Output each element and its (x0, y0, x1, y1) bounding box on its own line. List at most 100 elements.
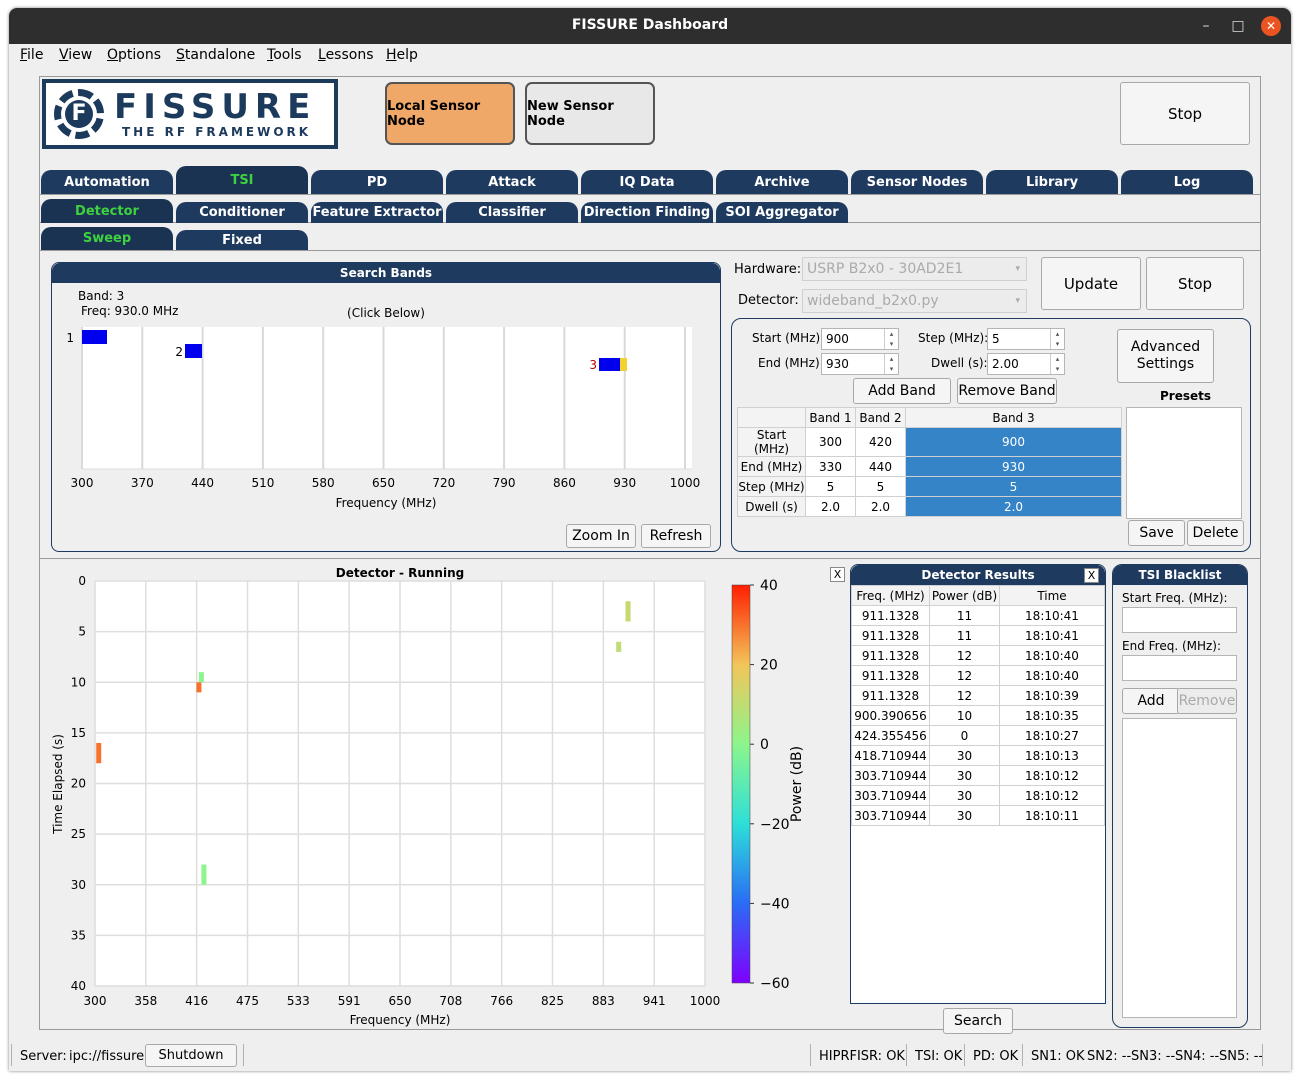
end-mhz-spinbox[interactable]: 930 ▴ ▾ (821, 353, 899, 375)
save-preset-button[interactable]: Save (1128, 520, 1185, 546)
search-button[interactable]: Search (943, 1008, 1013, 1034)
table-cell[interactable]: 30 (929, 765, 1000, 786)
close-waterfall-icon[interactable]: X (830, 567, 845, 582)
shutdown-button[interactable]: Shutdown (145, 1044, 237, 1067)
tab-soi-aggregator[interactable]: SOI Aggregator (716, 202, 848, 223)
delete-preset-button[interactable]: Delete (1187, 520, 1244, 546)
table-cell[interactable]: 18:10:40 (999, 665, 1105, 686)
detector-results-table[interactable]: Freq. (MHz) Power (dB) Time 911.1328 11 18… (851, 585, 1105, 826)
table-cell[interactable]: 420 (855, 427, 906, 457)
spin-arrows-icon[interactable]: ▴ ▾ (1050, 354, 1064, 374)
table-cell[interactable]: 30 (929, 785, 1000, 806)
table-row[interactable]: 424.355456 0 18:10:27 (851, 725, 1105, 746)
tab-conditioner[interactable]: Conditioner (176, 202, 308, 223)
band-2-marker[interactable] (185, 344, 202, 358)
table-cell[interactable]: 18:10:11 (999, 805, 1105, 826)
stop-button[interactable]: Stop (1120, 82, 1250, 145)
advanced-settings-button[interactable]: Advanced Settings (1117, 329, 1214, 383)
table-cell[interactable]: 5 (805, 476, 856, 497)
table-cell[interactable]: 12 (929, 665, 1000, 686)
table-cell[interactable]: 30 (929, 805, 1000, 826)
spin-arrows-icon[interactable]: ▴ ▾ (1050, 329, 1064, 349)
table-cell[interactable]: 18:10:39 (999, 685, 1105, 706)
table-row[interactable]: 911.1328 11 18:10:41 (851, 605, 1105, 626)
table-cell[interactable]: 330 (805, 456, 856, 477)
table-cell[interactable]: 900 (905, 427, 1122, 457)
table-row[interactable]: 911.1328 11 18:10:41 (851, 625, 1105, 646)
table-row[interactable]: 303.710944 30 18:10:12 (851, 785, 1105, 806)
detector-stop-button[interactable]: Stop (1146, 257, 1244, 310)
blacklist-start-input[interactable] (1122, 607, 1237, 633)
spin-arrows-icon[interactable]: ▴ ▾ (884, 329, 898, 349)
table-cell[interactable]: 11 (929, 605, 1000, 626)
table-cell[interactable]: 12 (929, 685, 1000, 706)
table-cell[interactable]: 303.710944 (851, 765, 930, 786)
menu-file[interactable]: File (20, 47, 43, 63)
add-band-button[interactable]: Add Band (853, 378, 951, 404)
table-cell[interactable]: 424.355456 (851, 725, 930, 746)
tab-detector[interactable]: Detector (41, 199, 173, 223)
col-time[interactable]: Time (999, 585, 1105, 606)
tab-log[interactable]: Log (1121, 170, 1253, 194)
tab-archive[interactable]: Archive (716, 170, 848, 194)
table-cell[interactable]: 18:10:40 (999, 645, 1105, 666)
table-row[interactable]: 900.390656 10 18:10:35 (851, 705, 1105, 726)
close-icon[interactable]: ✕ (1261, 16, 1281, 36)
tab-pd[interactable]: PD (311, 170, 443, 194)
tab-direction-finding[interactable]: Direction Finding (581, 202, 713, 223)
table-row[interactable]: 418.710944 30 18:10:13 (851, 745, 1105, 766)
table-cell[interactable]: 18:10:27 (999, 725, 1105, 746)
table-cell[interactable]: 11 (929, 625, 1000, 646)
local-sensor-node-button[interactable]: Local Sensor Node (385, 82, 515, 145)
tab-automation[interactable]: Automation (41, 170, 173, 194)
col-power[interactable]: Power (dB) (929, 585, 1000, 606)
table-row[interactable]: 911.1328 12 18:10:40 (851, 645, 1105, 666)
table-row[interactable]: 303.710944 30 18:10:12 (851, 765, 1105, 786)
refresh-button[interactable]: Refresh (641, 524, 711, 548)
table-cell[interactable]: 18:10:12 (999, 765, 1105, 786)
menu-standalone[interactable]: Standalone (176, 47, 255, 63)
table-cell[interactable]: 303.710944 (851, 805, 930, 826)
hardware-select[interactable]: USRP B2x0 - 30AD2E1 ▾ (802, 257, 1027, 281)
presets-list[interactable] (1126, 407, 1242, 519)
table-cell[interactable]: 2.0 (905, 496, 1122, 517)
table-cell[interactable]: 18:10:12 (999, 785, 1105, 806)
tab-feature-extractor[interactable]: Feature Extractor (311, 202, 443, 223)
new-sensor-node-button[interactable]: New Sensor Node (525, 82, 655, 145)
remove-band-button[interactable]: Remove Band (957, 378, 1057, 404)
table-cell[interactable]: 0 (929, 725, 1000, 746)
tab-iq-data[interactable]: IQ Data (581, 170, 713, 194)
close-results-icon[interactable]: X (1084, 568, 1099, 583)
table-cell[interactable]: 911.1328 (851, 645, 930, 666)
band-3-marker[interactable] (599, 358, 621, 371)
col-freq[interactable]: Freq. (MHz) (851, 585, 930, 606)
table-cell[interactable]: 30 (929, 745, 1000, 766)
table-cell[interactable]: 18:10:41 (999, 605, 1105, 626)
update-button[interactable]: Update (1041, 257, 1141, 310)
tab-sensor-nodes[interactable]: Sensor Nodes (851, 170, 983, 194)
spin-arrows-icon[interactable]: ▴ ▾ (884, 354, 898, 374)
tab-classifier[interactable]: Classifier (446, 202, 578, 223)
blacklist-list[interactable] (1122, 718, 1237, 1018)
start-mhz-spinbox[interactable]: 900 ▴ ▾ (821, 328, 899, 350)
table-cell[interactable]: 303.710944 (851, 785, 930, 806)
table-cell[interactable]: 18:10:13 (999, 745, 1105, 766)
table-cell[interactable]: 5 (855, 476, 906, 497)
minimize-icon[interactable]: – (1196, 16, 1216, 36)
table-row[interactable]: 911.1328 12 18:10:39 (851, 685, 1105, 706)
table-cell[interactable]: 440 (855, 456, 906, 477)
tab-sweep[interactable]: Sweep (41, 227, 173, 250)
tab-attack[interactable]: Attack (446, 170, 578, 194)
band-2-header[interactable]: Band 2 (855, 407, 906, 428)
band-3-header[interactable]: Band 3 (905, 407, 1122, 428)
table-cell[interactable]: 5 (905, 476, 1122, 497)
table-cell[interactable]: 911.1328 (851, 685, 930, 706)
table-cell[interactable]: 930 (905, 456, 1122, 477)
table-cell[interactable]: 12 (929, 645, 1000, 666)
table-cell[interactable]: 2.0 (805, 496, 856, 517)
detector-select[interactable]: wideband_b2x0.py ▾ (802, 289, 1027, 313)
tab-tsi[interactable]: TSI (176, 166, 308, 194)
menu-lessons[interactable]: Lessons (318, 47, 374, 63)
band-table[interactable]: Band 1 Band 2 Band 3 Start (MHz) 300 420… (737, 407, 1122, 517)
table-cell[interactable]: 18:10:41 (999, 625, 1105, 646)
